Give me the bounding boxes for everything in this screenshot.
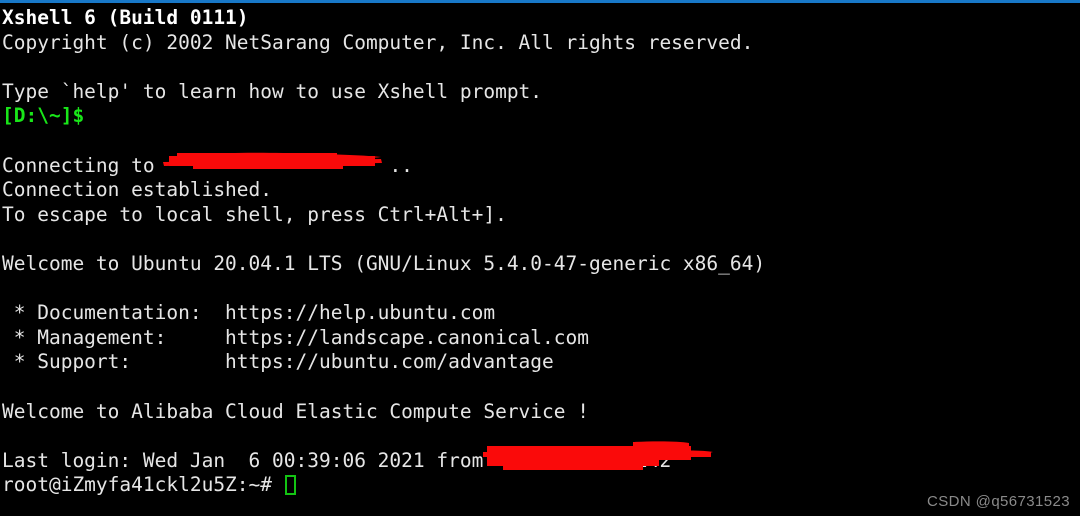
terminal-output-area[interactable]: Xshell 6 (Build 0111) Copyright (c) 2002… xyxy=(0,3,1080,516)
xshell-terminal-window: Xshell 6 (Build 0111) Copyright (c) 2002… xyxy=(0,0,1080,516)
support-line: * Support: https://ubuntu.com/advantage xyxy=(2,350,554,374)
welcome-alibaba-line: Welcome to Alibaba Cloud Elastic Compute… xyxy=(2,399,589,423)
connecting-host-redacted xyxy=(166,154,389,177)
text-cursor xyxy=(284,475,296,496)
copyright-line: Copyright (c) 2002 NetSarang Computer, I… xyxy=(2,30,754,54)
welcome-ubuntu-line: Welcome to Ubuntu 20.04.1 LTS (GNU/Linux… xyxy=(2,251,766,275)
documentation-line: * Documentation: https://help.ubuntu.com xyxy=(2,301,496,325)
management-line: * Management: https://landscape.canonica… xyxy=(2,325,589,349)
local-prompt-line: [D:\~]$ xyxy=(2,104,85,128)
connection-established-line: Connection established. xyxy=(2,178,273,202)
shell-prompt-line[interactable]: root@iZmyfa41ckl2u5Z:~# xyxy=(2,473,1080,498)
csdn-watermark: CSDN @q56731523 xyxy=(927,493,1070,510)
connecting-line: Connecting to .. xyxy=(2,154,1080,179)
last-login-label: Last login: Wed Jan 6 00:39:06 2021 from xyxy=(2,448,484,472)
last-login-ip-tail: .242 xyxy=(624,448,672,472)
connecting-label: Connecting to xyxy=(2,153,167,177)
app-title-line: Xshell 6 (Build 0111) xyxy=(2,6,249,29)
help-hint-line: Type `help' to learn how to use Xshell p… xyxy=(2,79,543,103)
connecting-suffix: .. xyxy=(389,153,413,177)
shell-prompt-text: root@iZmyfa41ckl2u5Z:~# xyxy=(2,473,284,497)
last-login-host-redacted xyxy=(483,449,624,472)
last-login-line: Last login: Wed Jan 6 00:39:06 2021 from… xyxy=(2,449,1080,474)
escape-hint-line: To escape to local shell, press Ctrl+Alt… xyxy=(2,202,507,226)
